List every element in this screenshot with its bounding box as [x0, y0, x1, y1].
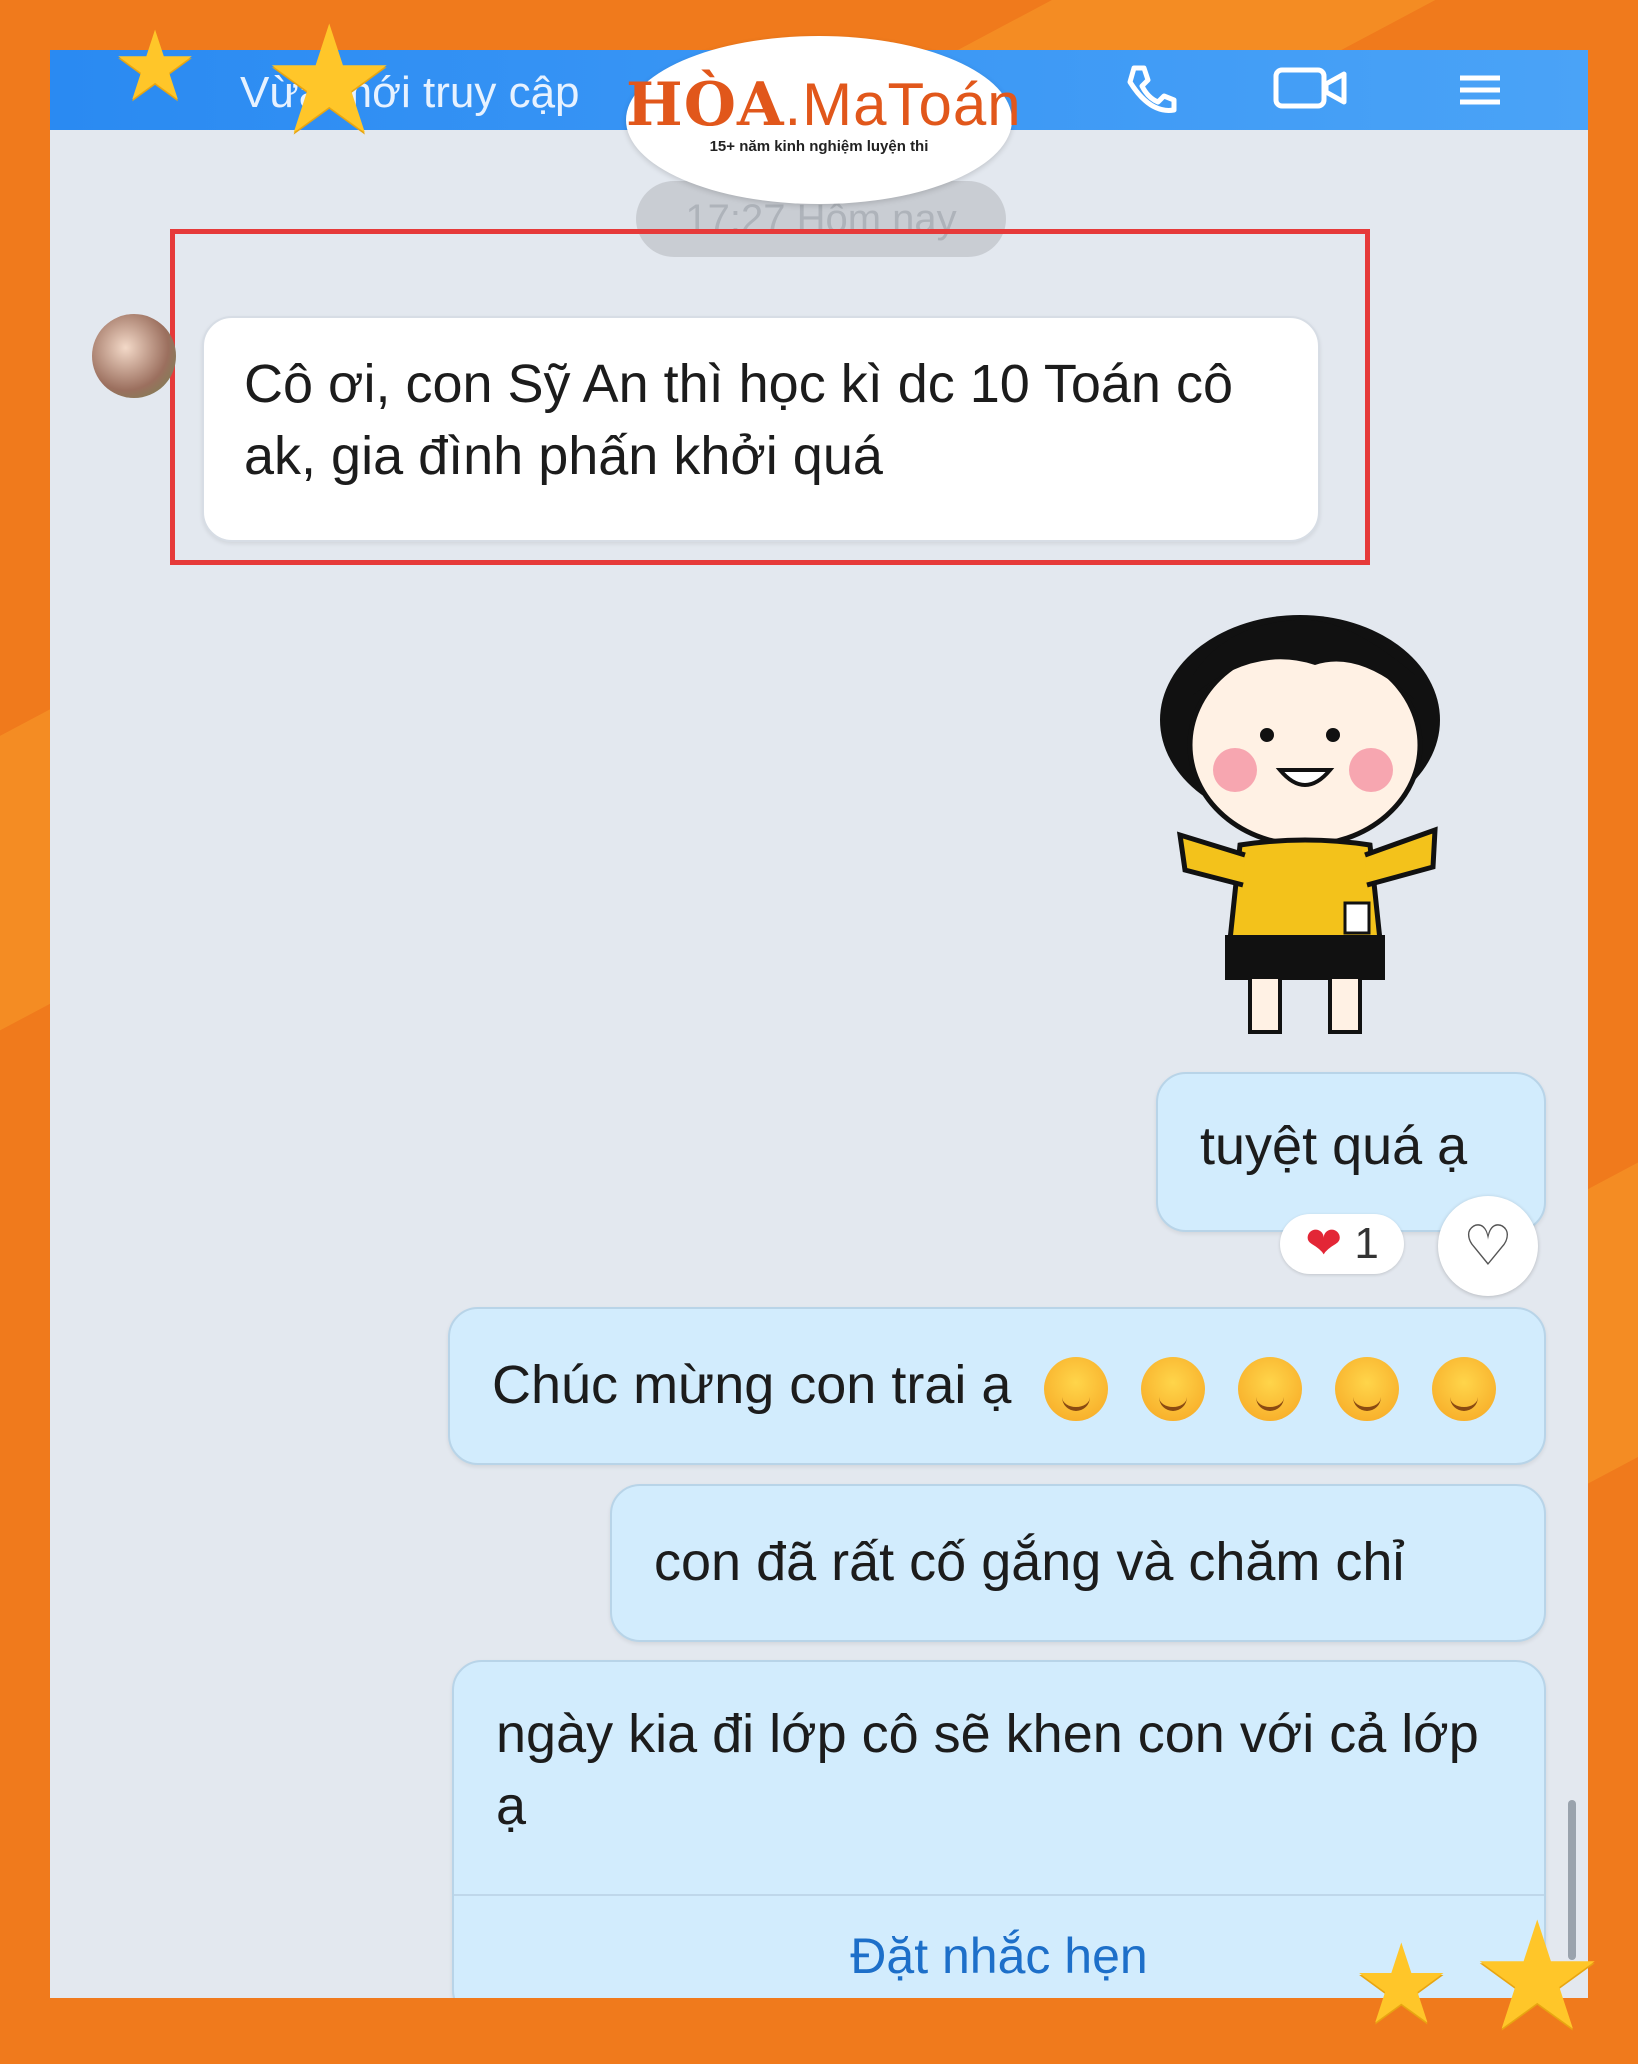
reaction-count: 1: [1354, 1219, 1379, 1268]
brand-tagline: 15+ năm kinh nghiệm luyện thi: [709, 138, 929, 155]
message-text: tuyệt quá ạ: [1200, 1116, 1468, 1176]
heart-icon: ❤: [1305, 1219, 1343, 1268]
like-button[interactable]: ♡: [1438, 1196, 1538, 1296]
message-text: Chúc mừng con trai ạ: [492, 1355, 1012, 1415]
video-call-icon[interactable]: [1270, 60, 1350, 125]
avatar[interactable]: [92, 314, 176, 398]
message-text: Cô ơi, con Sỹ An thì học kì dc 10 Toán c…: [244, 354, 1233, 486]
outgoing-message[interactable]: Chúc mừng con trai ạ: [448, 1307, 1546, 1465]
phone-icon[interactable]: [1120, 60, 1180, 125]
message-text: ngày kia đi lớp cô sẽ khen con với cả lớ…: [496, 1704, 1479, 1836]
incoming-message[interactable]: Cô ơi, con Sỹ An thì học kì dc 10 Toán c…: [202, 316, 1320, 542]
star-icon: ★: [1352, 1923, 1451, 2046]
star-icon: ★: [112, 13, 199, 120]
brand-main: HÒA: [626, 70, 785, 140]
smiling-emoji-icon: [1432, 1356, 1497, 1421]
star-icon: ★: [1470, 1892, 1605, 2060]
sticker-girl: [1160, 615, 1440, 1034]
reaction-badge[interactable]: ❤ 1: [1280, 1214, 1404, 1274]
divider: [454, 1894, 1544, 1896]
message-text: con đã rất cố gắng và chăm chỉ: [654, 1532, 1405, 1592]
chat-screen: Vừa mới truy cập 17:27 Hôm nay Cô ơi, co…: [50, 50, 1588, 1998]
heart-outline-icon: ♡: [1462, 1214, 1514, 1277]
smiling-emoji-icon: [1238, 1356, 1303, 1421]
star-icon: ★: [262, 0, 397, 164]
smiling-emoji-icon: [1141, 1356, 1206, 1421]
brand-rest: .MaToán: [784, 71, 1022, 138]
outgoing-message[interactable]: con đã rất cố gắng và chăm chỉ: [610, 1484, 1546, 1642]
brand-logo: HÒA.MaToán 15+ năm kinh nghiệm luyện thi: [626, 36, 1021, 204]
smiling-emoji-icon: [1044, 1356, 1109, 1421]
smiling-emoji-icon: [1335, 1356, 1400, 1421]
menu-icon[interactable]: [1450, 60, 1510, 125]
